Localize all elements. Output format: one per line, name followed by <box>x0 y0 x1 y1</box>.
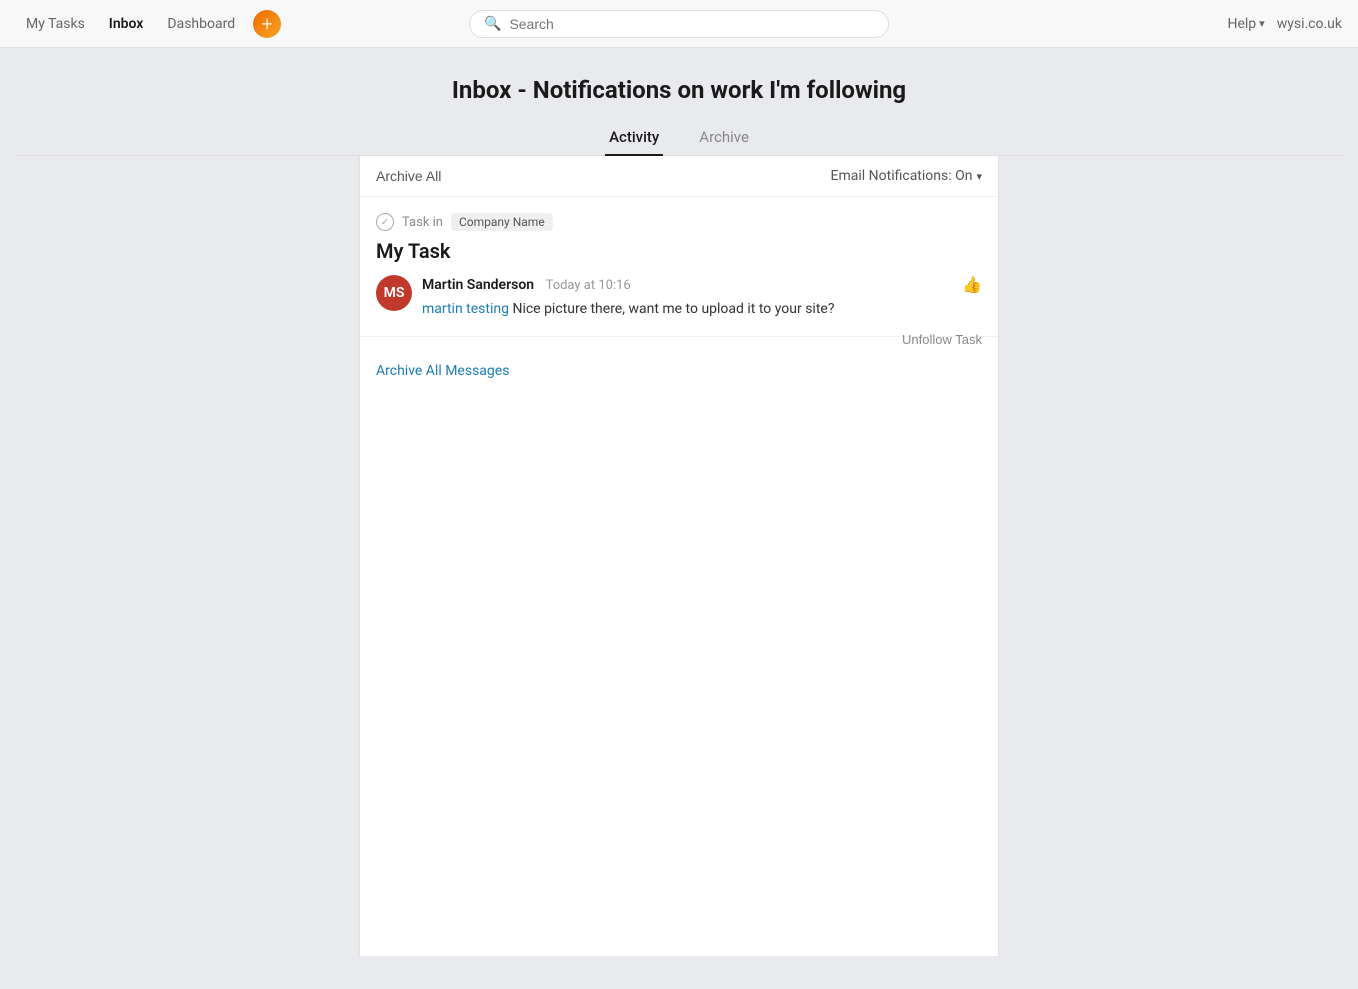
tabs-bar: Activity Archive <box>16 120 1342 156</box>
nav-dashboard[interactable]: Dashboard <box>157 10 245 38</box>
comment-body: Nice picture there, want me to upload it… <box>509 301 834 317</box>
nav-my-tasks[interactable]: My Tasks <box>16 10 95 38</box>
comment-text: martin testing Nice picture there, want … <box>422 299 982 320</box>
archive-all-messages-link[interactable]: Archive All Messages <box>360 351 998 391</box>
top-nav: My Tasks Inbox Dashboard + 🔍 Help ▾ wysi… <box>0 0 1358 48</box>
like-button[interactable]: 👍 <box>962 275 982 295</box>
notification-item: ✓ Task in Company Name My Task MS Martin… <box>360 197 998 337</box>
help-menu[interactable]: Help ▾ <box>1227 16 1264 32</box>
user-menu[interactable]: wysi.co.uk <box>1277 16 1342 32</box>
panel-toolbar: Archive All Email Notifications: On ▾ <box>360 156 998 197</box>
email-notif-label: Email Notifications: On <box>831 168 973 184</box>
comment-header: Martin Sanderson Today at 10:16 👍 <box>422 275 982 295</box>
page-title: Inbox - Notifications on work I'm follow… <box>16 76 1342 104</box>
comment-content: Martin Sanderson Today at 10:16 👍 martin… <box>422 275 982 320</box>
comment-author-row: Martin Sanderson Today at 10:16 <box>422 277 631 293</box>
page-title-area: Inbox - Notifications on work I'm follow… <box>0 48 1358 156</box>
task-label-row: ✓ Task in Company Name <box>376 213 982 231</box>
nav-inbox[interactable]: Inbox <box>99 10 154 38</box>
comment-mention[interactable]: martin testing <box>422 301 509 317</box>
help-chevron-icon: ▾ <box>1259 17 1265 30</box>
search-input[interactable] <box>509 16 874 32</box>
nav-right: Help ▾ wysi.co.uk <box>1227 16 1342 32</box>
avatar: MS <box>376 275 412 311</box>
nav-left: My Tasks Inbox Dashboard + <box>16 10 281 38</box>
task-check-icon: ✓ <box>376 213 394 231</box>
comment-author: Martin Sanderson <box>422 277 534 293</box>
task-in-label: Task in <box>402 215 443 230</box>
email-notifications-toggle[interactable]: Email Notifications: On ▾ <box>831 168 982 184</box>
main-area: Archive All Email Notifications: On ▾ ✓ … <box>0 156 1358 956</box>
comment-row: MS Martin Sanderson Today at 10:16 👍 mar… <box>376 275 982 320</box>
comment-timestamp: Today at 10:16 <box>546 278 631 293</box>
email-notif-chevron-icon: ▾ <box>976 170 982 183</box>
search-area: 🔍 <box>469 10 889 38</box>
archive-all-button[interactable]: Archive All <box>376 168 441 184</box>
tab-archive[interactable]: Archive <box>695 120 753 156</box>
project-tag[interactable]: Company Name <box>451 213 553 231</box>
add-button[interactable]: + <box>253 10 281 38</box>
content-panel: Archive All Email Notifications: On ▾ ✓ … <box>359 156 999 956</box>
task-name[interactable]: My Task <box>376 239 982 263</box>
search-icon: 🔍 <box>484 16 501 32</box>
search-bar[interactable]: 🔍 <box>469 10 889 38</box>
unfollow-button[interactable]: Unfollow Task <box>902 332 982 347</box>
help-label: Help <box>1227 16 1256 32</box>
tab-activity[interactable]: Activity <box>605 120 663 156</box>
